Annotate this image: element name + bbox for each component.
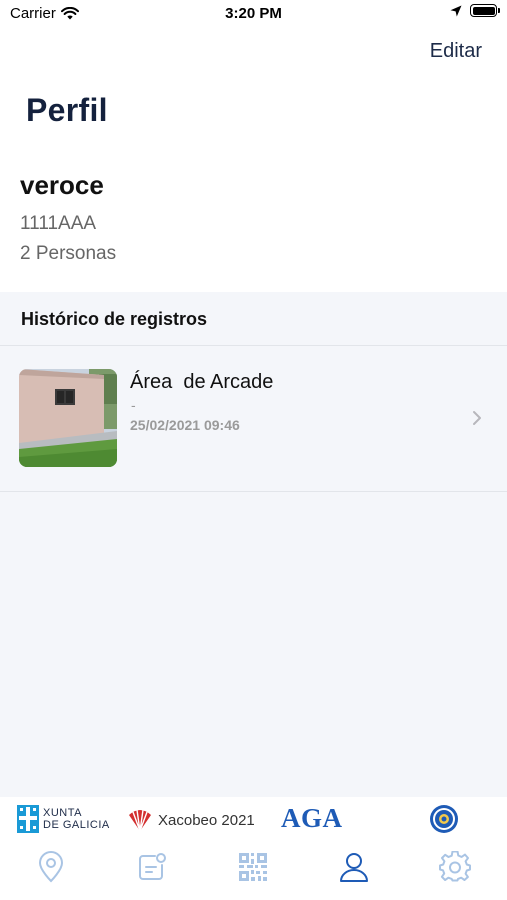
profile-icon — [340, 853, 368, 882]
aga-logo: AGA — [281, 803, 343, 833]
location-arrow-icon — [450, 5, 462, 16]
xacobeo-shell-icon — [129, 809, 151, 832]
record-title: Área de Arcade — [130, 371, 274, 393]
history-record-row[interactable]: Área de Arcade - 25/02/2021 09:46 — [0, 347, 507, 492]
tab-settings[interactable] — [435, 847, 475, 887]
record-subtitle: - — [131, 397, 136, 413]
chat-note-icon — [139, 853, 166, 880]
location-pin-icon — [38, 851, 64, 883]
xacobeo-label: Xacobeo 2021 — [158, 811, 255, 829]
tab-qr[interactable] — [233, 847, 273, 887]
xacobeo-logo: Xacobeo 2021 — [127, 807, 255, 833]
tab-map[interactable] — [31, 847, 71, 887]
seal-logo-icon — [430, 805, 458, 833]
xunta-line-1: XUNTA — [43, 807, 82, 819]
tab-bar — [0, 841, 507, 900]
history-section-header: Histórico de registros — [0, 292, 507, 346]
profile-username: veroce — [20, 170, 104, 200]
record-date: 25/02/2021 09:46 — [130, 417, 240, 433]
page-title: Perfil — [26, 92, 108, 128]
status-right — [450, 4, 500, 17]
sponsor-logos: XUNTA DE GALICIA Xacobeo 2021 AGA — [0, 797, 507, 841]
status-bar: Carrier 3:20 PM — [0, 0, 507, 28]
record-thumbnail — [19, 369, 117, 467]
xunta-line-2: DE GALICIA — [43, 819, 110, 831]
profile-plate: 1111AAA — [20, 213, 97, 234]
xunta-logo: XUNTA DE GALICIA — [17, 805, 110, 833]
settings-gear-icon — [439, 851, 471, 882]
battery-icon — [470, 4, 500, 17]
record-photo — [19, 369, 117, 467]
tab-messages[interactable] — [132, 847, 172, 887]
profile-persons: 2 Personas — [20, 243, 117, 264]
xunta-cross-icon — [17, 805, 39, 833]
tab-profile[interactable] — [334, 847, 374, 887]
qr-code-icon — [239, 853, 267, 881]
clock: 3:20 PM — [225, 5, 282, 22]
chevron-right-icon — [473, 411, 481, 425]
history-section-title: Histórico de registros — [21, 309, 208, 329]
edit-button[interactable]: Editar — [430, 40, 482, 63]
